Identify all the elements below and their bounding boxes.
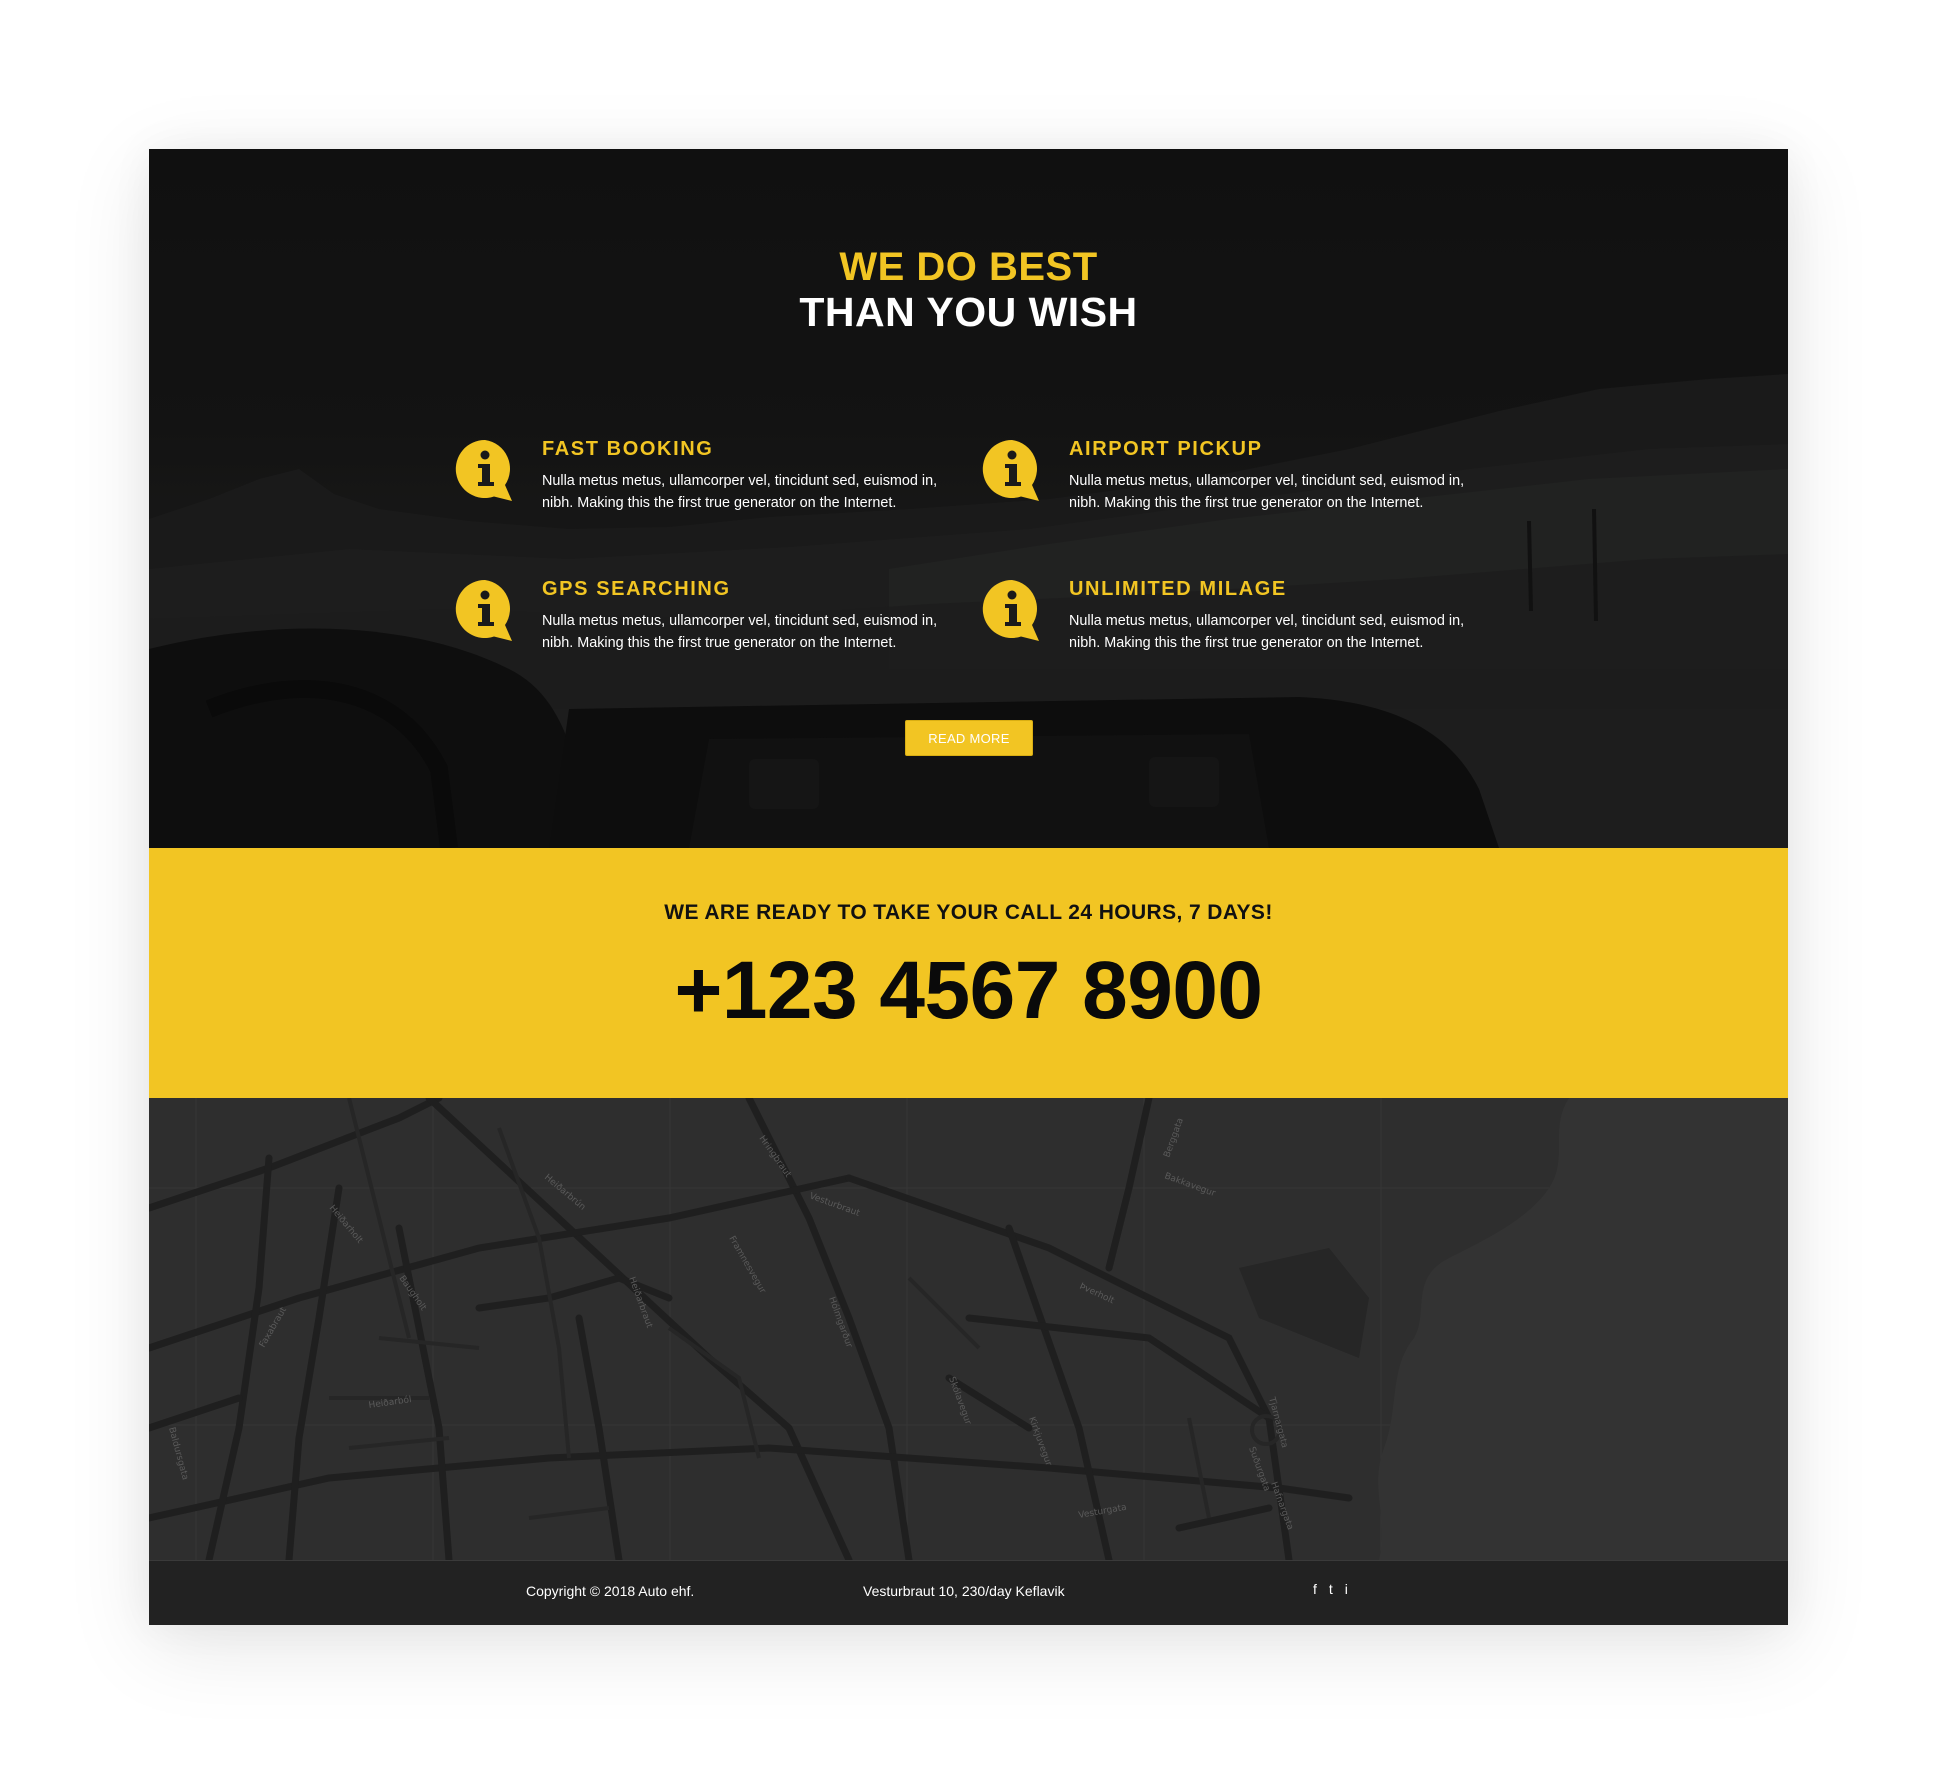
call-banner: WE ARE READY TO TAKE YOUR CALL 24 HOURS,… bbox=[149, 848, 1788, 1098]
feature-text: Nulla metus metus, ullamcorper vel, tinc… bbox=[542, 613, 938, 651]
info-bubble-icon bbox=[982, 439, 1039, 501]
info-bubble-icon bbox=[455, 579, 512, 641]
twitter-icon[interactable]: t bbox=[1329, 1581, 1333, 1597]
read-more-button[interactable]: READ MORE bbox=[905, 720, 1033, 756]
map-canvas[interactable]: Heiðarholt Heiðarból Hringbraut Vesturbr… bbox=[149, 1098, 1788, 1560]
map-street-label: Berggata bbox=[1162, 1117, 1186, 1159]
feature-text: Nulla metus metus, ullamcorper vel, tinc… bbox=[1069, 613, 1465, 651]
copyright-text: Copyright © 2018 Auto ehf. bbox=[526, 1583, 695, 1599]
map-street-label: Baldursgata bbox=[166, 1426, 190, 1481]
map-street-label: Hringbraut bbox=[757, 1134, 793, 1180]
feature-title: UNLIMITED MILAGE bbox=[1069, 578, 1287, 600]
location-map[interactable]: Heiðarholt Heiðarból Hringbraut Vesturbr… bbox=[149, 1098, 1788, 1560]
map-street-label: Bakkavegur bbox=[1163, 1171, 1217, 1199]
feature-text: Nulla metus metus, ullamcorper vel, tinc… bbox=[1069, 473, 1465, 511]
facebook-icon[interactable]: f bbox=[1313, 1581, 1317, 1597]
features-hero: WE DO BEST THAN YOU WISH FAST BOOKING Nu… bbox=[149, 149, 1788, 848]
feature-airport-pickup: AIRPORT PICKUP Nulla metus metus, ullamc… bbox=[981, 438, 1481, 538]
call-tagline: WE ARE READY TO TAKE YOUR CALL 24 HOURS,… bbox=[664, 901, 1273, 924]
page-frame: WE DO BEST THAN YOU WISH FAST BOOKING Nu… bbox=[149, 149, 1788, 1625]
map-street-label: Vesturbraut bbox=[808, 1191, 861, 1219]
address-text: Vesturbraut 10, 230/day Keflavik bbox=[863, 1583, 1065, 1599]
map-street-label: Kirkjuvegur bbox=[1026, 1416, 1053, 1468]
heading-accent: WE DO BEST bbox=[839, 245, 1098, 289]
feature-gps-searching: GPS SEARCHING Nulla metus metus, ullamco… bbox=[454, 578, 954, 678]
social-links: f t i bbox=[1313, 1581, 1348, 1597]
footer: Copyright © 2018 Auto ehf. Vesturbraut 1… bbox=[149, 1560, 1788, 1625]
phone-number[interactable]: +123 4567 8900 bbox=[149, 950, 1788, 1032]
map-street-label: Framnesvegur bbox=[726, 1235, 767, 1296]
heading-main: THAN YOU WISH bbox=[799, 289, 1138, 335]
map-street-label: Þverholt bbox=[1078, 1282, 1116, 1307]
feature-title: AIRPORT PICKUP bbox=[1069, 438, 1263, 460]
feature-fast-booking: FAST BOOKING Nulla metus metus, ullamcor… bbox=[454, 438, 954, 538]
feature-unlimited-milage: UNLIMITED MILAGE Nulla metus metus, ulla… bbox=[981, 578, 1481, 678]
feature-title: FAST BOOKING bbox=[542, 438, 714, 460]
instagram-icon[interactable]: i bbox=[1345, 1581, 1348, 1597]
feature-title: GPS SEARCHING bbox=[542, 578, 731, 600]
info-bubble-icon bbox=[982, 579, 1039, 641]
info-bubble-icon bbox=[455, 439, 512, 501]
feature-text: Nulla metus metus, ullamcorper vel, tinc… bbox=[542, 473, 938, 511]
